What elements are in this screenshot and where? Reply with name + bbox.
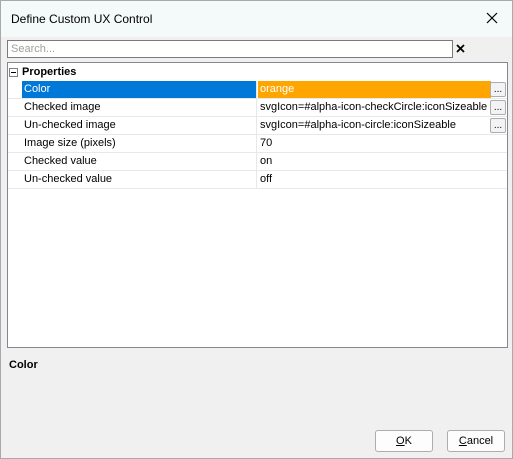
title-bar[interactable]: Define Custom UX Control [1, 1, 512, 37]
help-title: Color [9, 359, 38, 371]
collapse-icon[interactable] [9, 68, 18, 77]
property-name[interactable]: Un-checked image [22, 117, 257, 134]
ellipsis-button[interactable]: ... [490, 118, 506, 133]
clear-search-button[interactable] [454, 39, 466, 57]
cancel-button-mnemonic: C [458, 435, 467, 447]
property-name[interactable]: Checked image [22, 99, 257, 116]
property-value[interactable]: svgIcon=#alpha-icon-checkCircle:iconSize… [258, 99, 507, 116]
property-value[interactable]: on [258, 153, 507, 170]
ok-button-label: K [404, 435, 412, 447]
property-row-unchecked-image[interactable]: Un-checked image svgIcon=#alpha-icon-cir… [8, 117, 507, 135]
property-grid: Properties Color orange ... Checked imag… [7, 62, 508, 348]
property-name[interactable]: Un-checked value [22, 171, 257, 188]
property-row-checked-image[interactable]: Checked image svgIcon=#alpha-icon-checkC… [8, 99, 507, 117]
ok-button[interactable]: OK [375, 430, 433, 452]
property-value[interactable]: off [258, 171, 507, 188]
property-row-color[interactable]: Color orange ... [8, 81, 507, 99]
property-value[interactable]: orange [258, 81, 491, 98]
ok-button-mnemonic: O [396, 435, 405, 447]
property-name[interactable]: Checked value [22, 153, 257, 170]
property-row-image-size[interactable]: Image size (pixels) 70 [8, 135, 507, 153]
category-label: Properties [22, 66, 77, 78]
ellipsis-button[interactable]: ... [490, 100, 506, 115]
property-row-unchecked-value[interactable]: Un-checked value off [8, 171, 507, 189]
property-name[interactable]: Color [22, 81, 257, 98]
category-row[interactable]: Properties [8, 64, 507, 81]
property-row-checked-value[interactable]: Checked value on [8, 153, 507, 171]
cancel-button[interactable]: Cancel [447, 430, 505, 452]
help-panel [7, 351, 508, 421]
ellipsis-button[interactable]: ... [490, 82, 506, 97]
search-input[interactable] [7, 40, 453, 58]
cancel-button-label: ancel [466, 435, 494, 447]
property-value[interactable]: 70 [258, 135, 507, 152]
clear-icon [455, 43, 465, 53]
close-icon [486, 12, 498, 24]
property-value[interactable]: svgIcon=#alpha-icon-circle:iconSizeable [258, 117, 507, 134]
close-button[interactable] [478, 5, 506, 31]
dialog-window: Define Custom UX Control Properties Colo… [0, 0, 513, 459]
window-title: Define Custom UX Control [11, 12, 153, 26]
property-name[interactable]: Image size (pixels) [22, 135, 257, 152]
